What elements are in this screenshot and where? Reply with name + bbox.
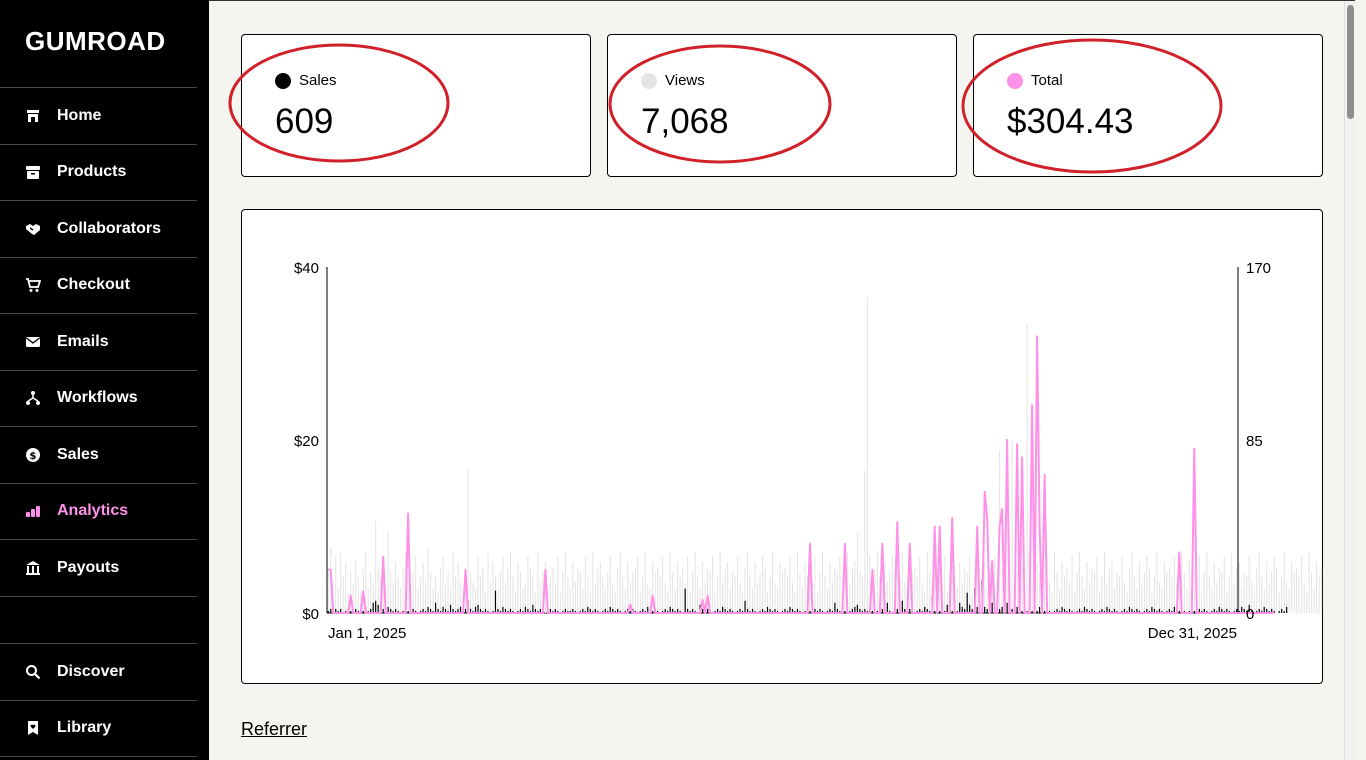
total-value: $304.43 xyxy=(1007,102,1134,141)
sidebar-item-checkout[interactable]: Checkout xyxy=(0,258,197,314)
total-legend-dot xyxy=(1007,72,1023,89)
sidebar-item-label: Workflows xyxy=(57,389,138,407)
sales-value: 609 xyxy=(275,102,334,141)
sidebar: GUMROAD Home Products Collaborators Checkou… xyxy=(0,0,209,760)
sidebar-item-sales[interactable]: $ Sales xyxy=(0,427,197,484)
sidebar-item-discover[interactable]: Discover xyxy=(0,644,197,701)
dollar-circle-icon: $ xyxy=(25,447,41,463)
sidebar-item-label: Discover xyxy=(57,662,125,680)
views-value: 7,068 xyxy=(641,102,729,141)
svg-text:$: $ xyxy=(30,451,37,462)
total-label: Total xyxy=(1031,72,1063,89)
sidebar-item-label: Sales xyxy=(57,445,99,463)
sidebar-nav-bottom: Discover Library xyxy=(0,643,197,757)
sidebar-item-library[interactable]: Library xyxy=(0,701,197,757)
sidebar-item-label: Library xyxy=(57,719,112,737)
sidebar-item-label: Checkout xyxy=(57,276,130,294)
analytics-chart-card: $0 $20 $40 0 85 170 Jan 1, 2025 Dec 31, 2025 xyxy=(241,209,1324,684)
y-right-tick-label: 170 xyxy=(1246,260,1271,277)
y-right-tick-label: 85 xyxy=(1246,433,1263,450)
y-left-tick-label: $40 xyxy=(294,260,319,277)
sidebar-item-label: Emails xyxy=(57,332,109,350)
sidebar-item-analytics[interactable]: Analytics xyxy=(0,484,197,540)
sales-label: Sales xyxy=(299,72,337,89)
scrollbar-thumb[interactable] xyxy=(1347,5,1354,119)
sidebar-item-label: Products xyxy=(57,163,127,181)
bank-icon xyxy=(25,560,41,576)
handshake-icon xyxy=(25,221,41,237)
archive-icon xyxy=(25,164,41,180)
views-stat-card: Views 7,068 xyxy=(607,34,957,177)
sidebar-item-home[interactable]: Home xyxy=(0,88,197,145)
sidebar-item-label: Payouts xyxy=(57,558,120,576)
bar-chart-icon xyxy=(25,503,41,519)
search-icon xyxy=(25,664,41,680)
sales-legend-dot xyxy=(275,72,291,89)
views-legend-dot xyxy=(641,72,657,89)
analytics-chart: $0 $20 $40 0 85 170 Jan 1, 2025 Dec 31, 2025 xyxy=(294,260,1324,642)
envelope-icon xyxy=(25,334,41,350)
x-end-label: Dec 31, 2025 xyxy=(1148,625,1237,642)
x-start-label: Jan 1, 2025 xyxy=(328,625,406,642)
sidebar-item-label: Home xyxy=(57,106,102,124)
views-label: Views xyxy=(665,72,705,89)
cart-icon xyxy=(25,277,41,293)
sidebar-item-payouts[interactable]: Payouts xyxy=(0,540,197,597)
sidebar-item-label: Collaborators xyxy=(57,219,162,237)
sidebar-nav: Home Products Collaborators Checkout Emails W… xyxy=(0,87,197,597)
referrer-link[interactable]: Referrer xyxy=(241,719,307,740)
sidebar-item-label: Analytics xyxy=(57,502,129,520)
sidebar-item-emails[interactable]: Emails xyxy=(0,314,197,371)
sidebar-item-collaborators[interactable]: Collaborators xyxy=(0,201,197,258)
sidebar-item-workflows[interactable]: Workflows xyxy=(0,371,197,427)
scrollbar[interactable] xyxy=(1344,1,1355,760)
sales-stat-card: Sales 609 xyxy=(241,34,591,177)
total-stat-card: Total $304.43 xyxy=(973,34,1323,177)
y-right-tick-label: 0 xyxy=(1246,606,1254,623)
store-icon xyxy=(25,108,41,124)
bookmark-heart-icon xyxy=(25,720,41,736)
gumroad-logo[interactable]: GUMROAD xyxy=(25,26,166,57)
y-left-tick-label: $20 xyxy=(294,433,319,450)
y-left-tick-label: $0 xyxy=(302,606,319,623)
workflow-icon xyxy=(25,390,41,406)
sidebar-item-products[interactable]: Products xyxy=(0,145,197,201)
